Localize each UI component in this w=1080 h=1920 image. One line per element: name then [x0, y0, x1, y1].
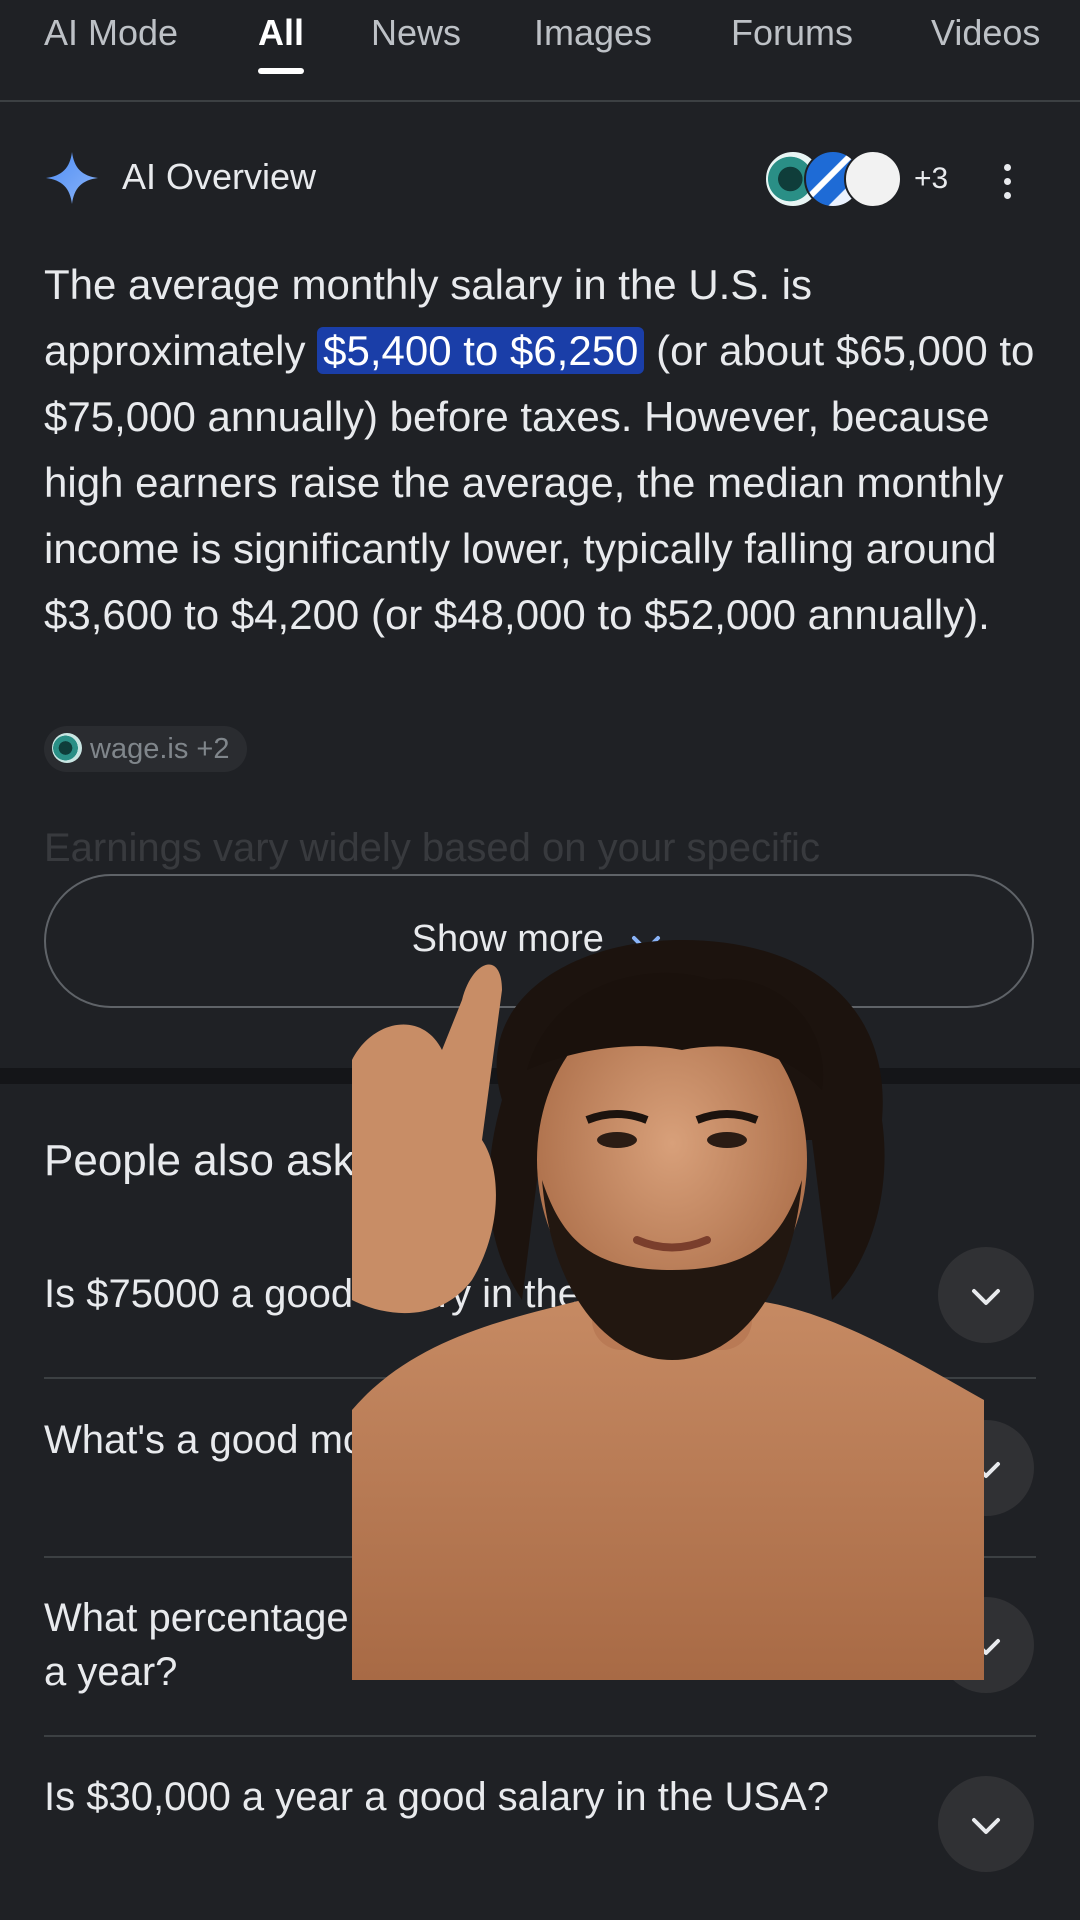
question-divider	[44, 1735, 1036, 1737]
ai-overview-title: AI Overview	[122, 156, 317, 197]
faded-continuation-text: Earnings vary widely based on your speci…	[44, 826, 820, 870]
search-tabs: AI Mode All News Images Forums Videos	[0, 0, 1080, 102]
more-sources-count: +3	[914, 162, 949, 195]
source-chip[interactable]: wage.is +2	[44, 726, 248, 772]
sparkle-icon	[46, 152, 98, 204]
expand-question-4-button[interactable]	[938, 1776, 1034, 1872]
tab-all[interactable]: All	[258, 12, 304, 54]
source-avatars[interactable]: +3	[764, 150, 948, 208]
people-also-ask-title: People also ask	[44, 1136, 355, 1185]
tab-ai-mode[interactable]: AI Mode	[44, 12, 178, 54]
tab-videos[interactable]: Videos	[931, 12, 1040, 54]
more-options-icon[interactable]	[1004, 164, 1012, 200]
tab-images[interactable]: Images	[534, 12, 652, 54]
highlighted-salary-range: $5,400 to $6,250	[317, 327, 645, 374]
active-tab-indicator	[258, 68, 304, 74]
ai-overview-text: The average monthly salary in the U.S. i…	[44, 252, 1044, 648]
wage-site-icon	[52, 733, 82, 764]
source-avatar-3	[844, 150, 902, 208]
chevron-down-icon	[972, 1818, 1000, 1834]
question-4[interactable]: Is $30,000 a year a good salary in the U…	[44, 1770, 904, 1824]
source-chip-label: wage.is +2	[90, 733, 230, 765]
tab-news[interactable]: News	[371, 12, 461, 54]
presenter-overlay	[352, 940, 984, 1680]
ai-overview-header: AI Overview +3	[44, 148, 1044, 208]
tab-forums[interactable]: Forums	[731, 12, 853, 54]
